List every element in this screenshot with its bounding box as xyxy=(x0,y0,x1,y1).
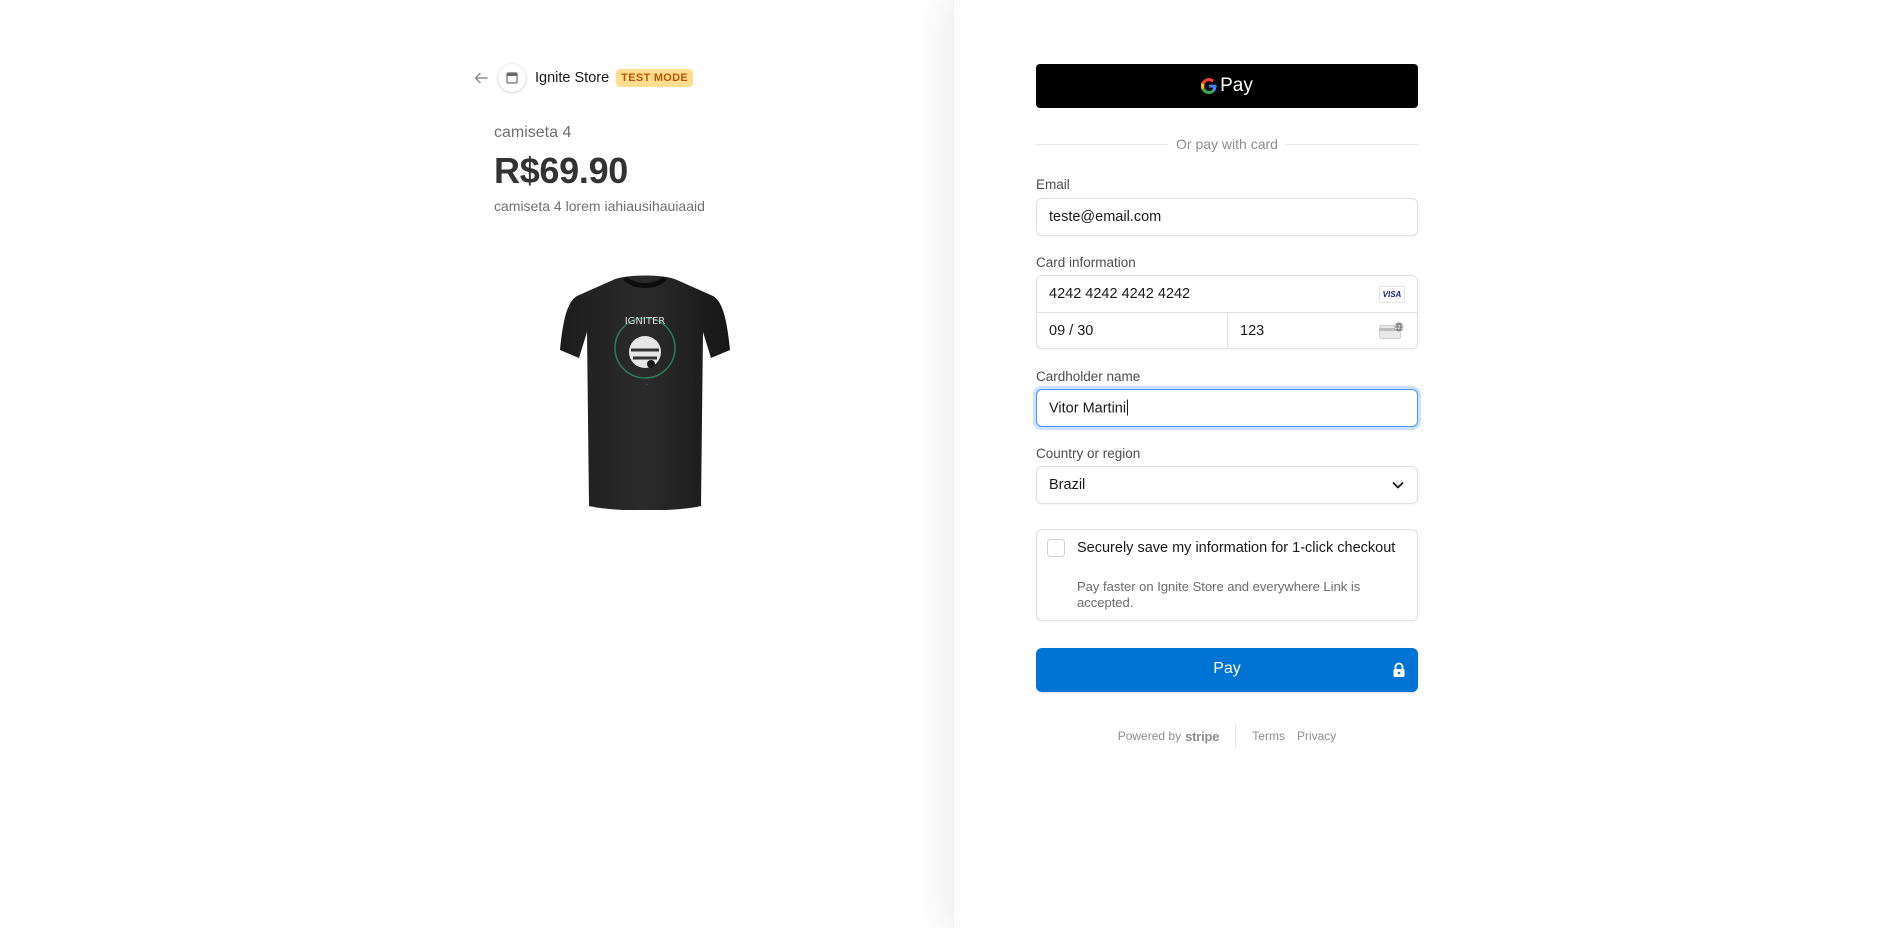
cvc-card-icon: 123 xyxy=(1379,322,1404,339)
google-pay-label: Pay xyxy=(1220,75,1253,96)
product-description: camiseta 4 lorem iahiausihauiaaid xyxy=(494,198,705,214)
card-number-field[interactable]: 4242 4242 4242 4242 VISA xyxy=(1037,276,1417,313)
terms-link[interactable]: Terms xyxy=(1252,729,1285,743)
card-expiry-value: 09 / 30 xyxy=(1049,323,1094,339)
cardholder-name-value: Vitor Martini xyxy=(1049,400,1127,417)
tshirt-image: IGNITER . xyxy=(555,272,735,511)
footer: Powered by stripe Terms Privacy xyxy=(1036,725,1418,747)
store-icon xyxy=(498,64,526,92)
save-info-box: Securely save my information for 1-click… xyxy=(1036,529,1418,621)
card-information-group: 4242 4242 4242 4242 VISA 09 / 30 123 123 xyxy=(1036,275,1418,349)
card-number-value: 4242 4242 4242 4242 xyxy=(1049,286,1191,302)
cardholder-name-field[interactable]: Vitor Martini xyxy=(1036,389,1418,427)
pay-button[interactable]: Pay xyxy=(1036,648,1418,692)
country-label: Country or region xyxy=(1036,446,1141,461)
privacy-link[interactable]: Privacy xyxy=(1297,729,1336,743)
email-field[interactable]: teste@email.com xyxy=(1036,198,1418,236)
cardholder-name-label: Cardholder name xyxy=(1036,369,1141,384)
google-g-icon xyxy=(1201,78,1217,94)
card-information-label: Card information xyxy=(1036,255,1136,270)
stripe-logo: stripe xyxy=(1185,728,1220,744)
text-caret xyxy=(1127,399,1129,416)
product-name: camiseta 4 xyxy=(494,124,572,141)
powered-by-stripe[interactable]: Powered by stripe xyxy=(1118,729,1220,744)
country-value: Brazil xyxy=(1049,477,1086,493)
test-mode-badge: TEST MODE xyxy=(616,69,694,87)
footer-divider xyxy=(1235,725,1237,747)
divider-text: Or pay with card xyxy=(1176,136,1278,152)
back-arrow-icon[interactable] xyxy=(470,67,492,89)
product-summary-pane: Ignite Store TEST MODE camiseta 4 R$69.9… xyxy=(0,0,953,928)
google-pay-button[interactable]: Pay xyxy=(1036,64,1418,108)
card-cvc-value: 123 xyxy=(1240,323,1265,339)
email-value: teste@email.com xyxy=(1049,209,1162,225)
store-name: Ignite Store xyxy=(535,70,610,86)
svg-text:123: 123 xyxy=(1394,325,1404,331)
email-label: Email xyxy=(1036,177,1070,192)
product-price: R$69.90 xyxy=(494,150,629,191)
pay-with-card-divider: Or pay with card xyxy=(1036,134,1418,154)
svg-text:IGNITER: IGNITER xyxy=(625,316,666,327)
visa-icon: VISA xyxy=(1379,286,1405,303)
country-select[interactable]: Brazil xyxy=(1036,466,1418,504)
powered-by-text: Powered by xyxy=(1117,729,1182,743)
pay-button-label: Pay xyxy=(1213,660,1241,677)
merchant-header: Ignite Store TEST MODE xyxy=(470,64,694,92)
card-cvc-field[interactable]: 123 123 xyxy=(1228,313,1417,349)
lock-icon xyxy=(1393,662,1405,677)
save-info-checkbox[interactable] xyxy=(1047,539,1065,557)
save-info-description: Pay faster on Ignite Store and everywher… xyxy=(1077,579,1361,610)
chevron-down-icon xyxy=(1392,482,1404,489)
card-expiry-field[interactable]: 09 / 30 xyxy=(1037,313,1228,349)
save-info-title: Securely save my information for 1-click… xyxy=(1077,540,1396,556)
